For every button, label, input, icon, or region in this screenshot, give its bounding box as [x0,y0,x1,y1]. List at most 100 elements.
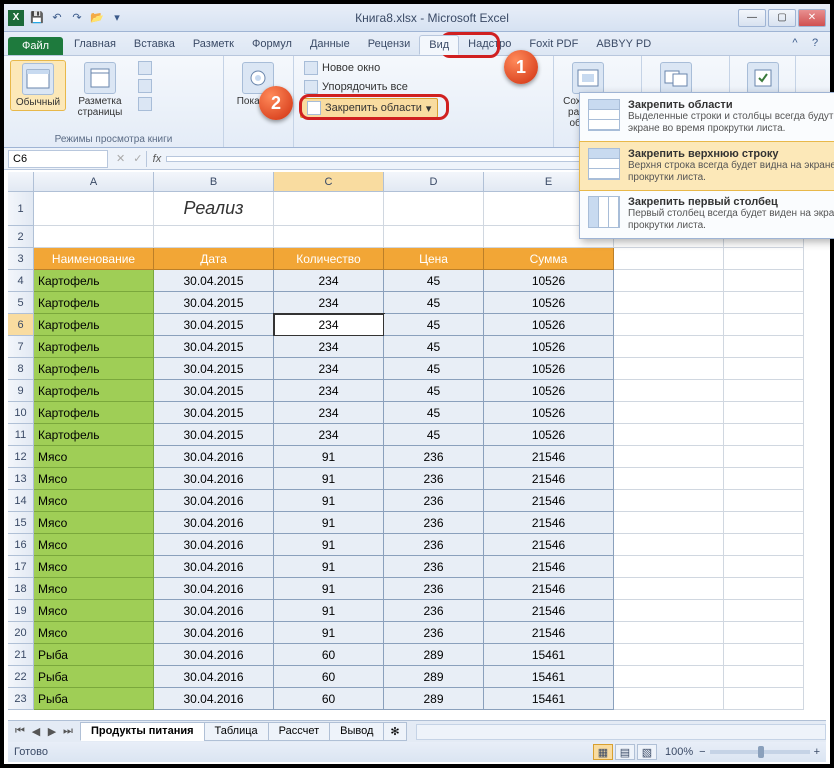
cell[interactable] [384,226,484,248]
page-break-status-button[interactable]: ▧ [637,744,657,760]
cell-name[interactable]: Мясо [34,578,154,600]
cell[interactable] [724,468,804,490]
cell[interactable] [724,424,804,446]
row-header[interactable]: 10 [8,402,34,424]
cell-qty[interactable]: 60 [274,688,384,710]
cell-date[interactable]: 30.04.2016 [154,666,274,688]
cell-price[interactable]: 236 [384,534,484,556]
page-layout-status-button[interactable]: ▤ [615,744,635,760]
ribbon-minimize-icon[interactable]: ^ [786,34,804,52]
cell-sum[interactable]: 21546 [484,468,614,490]
cell[interactable] [614,666,724,688]
cell-qty[interactable]: 91 [274,534,384,556]
cell-qty[interactable]: 91 [274,468,384,490]
select-all-corner[interactable] [8,172,34,191]
accept-formula-icon[interactable]: ✓ [129,152,146,165]
cell-sum[interactable]: 21546 [484,600,614,622]
cell-sum[interactable]: 10526 [484,270,614,292]
page-break-preview-button[interactable] [134,60,156,76]
cell-name[interactable]: Картофель [34,314,154,336]
cell-price[interactable]: 289 [384,688,484,710]
cell-sum[interactable]: 10526 [484,402,614,424]
open-icon[interactable]: 📂 [88,9,106,27]
cell-price[interactable]: 236 [384,556,484,578]
cell-sum[interactable]: 21546 [484,578,614,600]
cell-date[interactable]: 30.04.2015 [154,424,274,446]
file-tab[interactable]: Файл [8,37,63,55]
zoom-level[interactable]: 100% [665,746,693,758]
cell-price[interactable]: 45 [384,380,484,402]
cell-date[interactable]: 30.04.2016 [154,622,274,644]
cell-date[interactable]: 30.04.2015 [154,270,274,292]
normal-view-button[interactable]: Обычный [10,60,66,111]
cell-date[interactable]: 30.04.2016 [154,534,274,556]
cell-name[interactable]: Мясо [34,622,154,644]
cell[interactable] [614,512,724,534]
cell-price[interactable]: 236 [384,578,484,600]
cell-price[interactable]: 45 [384,424,484,446]
cell-name[interactable]: Картофель [34,402,154,424]
cell-qty[interactable]: 234 [274,402,384,424]
cell-date[interactable]: 30.04.2016 [154,600,274,622]
row-header[interactable]: 23 [8,688,34,710]
cell-date[interactable]: 30.04.2016 [154,446,274,468]
row-header[interactable]: 7 [8,336,34,358]
cell[interactable] [724,600,804,622]
cell-name[interactable]: Мясо [34,556,154,578]
row-header[interactable]: 18 [8,578,34,600]
cell-price[interactable]: 236 [384,512,484,534]
sheet-tab[interactable]: Рассчет [268,722,331,741]
cell-qty[interactable]: 234 [274,270,384,292]
freeze-first-column-option[interactable]: Закрепить первый столбецПервый столбец в… [580,190,834,238]
row-header[interactable]: 2 [8,226,34,248]
cell[interactable] [724,666,804,688]
redo-icon[interactable]: ↷ [68,9,86,27]
cell[interactable] [724,490,804,512]
cell-qty[interactable]: 91 [274,556,384,578]
freeze-top-row-option[interactable]: Закрепить верхнюю строкуВерхня строка вс… [579,141,834,191]
freeze-panes-button[interactable]: Закрепить области ▾ [300,98,438,118]
cell-sum[interactable]: 21546 [484,490,614,512]
cell-price[interactable]: 236 [384,600,484,622]
minimize-button[interactable]: ― [738,9,766,27]
cell[interactable] [34,226,154,248]
row-header[interactable]: 3 [8,248,34,270]
cell-name[interactable]: Мясо [34,446,154,468]
close-button[interactable]: ✕ [798,9,826,27]
cell[interactable] [724,336,804,358]
row-header[interactable]: 14 [8,490,34,512]
cell-qty[interactable]: 234 [274,380,384,402]
row-header[interactable]: 6 [8,314,34,336]
cell[interactable] [724,314,804,336]
cell-price[interactable]: 45 [384,292,484,314]
cell[interactable] [274,226,384,248]
cell-sum[interactable]: 15461 [484,688,614,710]
zoom-in-button[interactable]: + [814,746,820,758]
cell-sum[interactable]: 15461 [484,644,614,666]
cell-name[interactable]: Мясо [34,600,154,622]
cell-qty[interactable]: 60 [274,644,384,666]
sheet-tab[interactable]: Продукты питания [80,722,205,741]
cell[interactable] [34,192,154,226]
sheet-tab[interactable]: Таблица [204,722,269,741]
row-header[interactable]: 9 [8,380,34,402]
table-header[interactable]: Цена [384,248,484,270]
table-header[interactable]: Сумма [484,248,614,270]
cell-sum[interactable]: 10526 [484,336,614,358]
row-header[interactable]: 22 [8,666,34,688]
cell[interactable] [724,248,804,270]
freeze-panes-option[interactable]: Закрепить областиВыделенные строки и сто… [580,93,834,142]
ribbon-tab-abbyy pd[interactable]: ABBYY PD [587,35,660,55]
undo-icon[interactable]: ↶ [48,9,66,27]
cell-price[interactable]: 45 [384,270,484,292]
cell[interactable] [614,556,724,578]
page-layout-button[interactable]: Разметка страницы [72,60,128,120]
row-header[interactable]: 20 [8,622,34,644]
row-header[interactable]: 15 [8,512,34,534]
cell-sum[interactable]: 10526 [484,292,614,314]
column-header-A[interactable]: A [34,172,154,191]
cell-price[interactable]: 236 [384,490,484,512]
new-sheet-button[interactable]: ✻ [383,722,406,741]
cell-name[interactable]: Картофель [34,424,154,446]
cell-date[interactable]: 30.04.2016 [154,644,274,666]
